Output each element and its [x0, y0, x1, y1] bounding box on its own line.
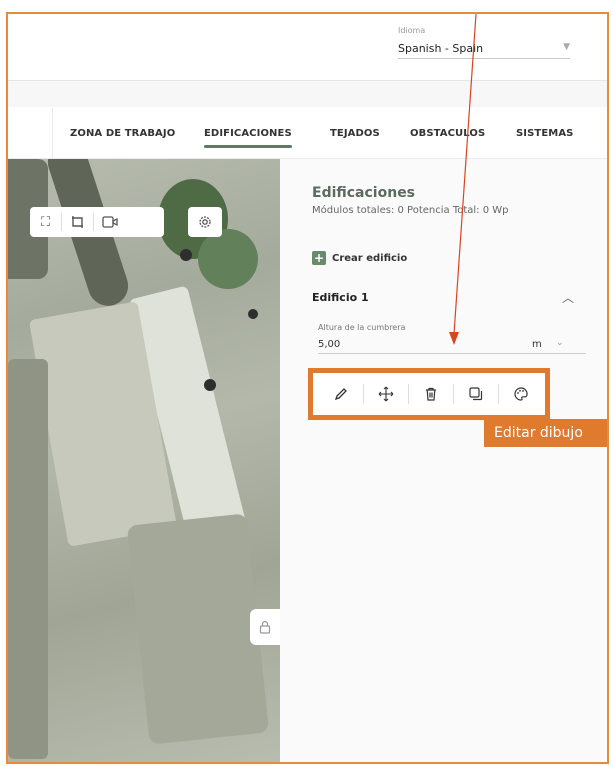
chevron-down-icon: ▼: [563, 42, 570, 52]
building-tools-highlight: [308, 368, 550, 420]
building-name: Edificio 1: [312, 291, 369, 304]
create-building-button[interactable]: + Crear edificio: [312, 251, 407, 265]
map-dot: [180, 249, 192, 261]
pencil-icon[interactable]: [319, 381, 363, 407]
crop-icon[interactable]: [62, 207, 93, 237]
building-tools: [319, 381, 543, 407]
map-dot: [204, 379, 216, 391]
satellite-map[interactable]: ⛶: [8, 159, 280, 762]
map-wall: [8, 359, 48, 759]
ridge-height-value: 5,00: [318, 339, 341, 350]
ridge-height-field[interactable]: 5,00 m ⌄: [318, 337, 586, 354]
chevron-down-icon[interactable]: ⌄: [556, 338, 564, 348]
palette-icon[interactable]: [499, 381, 543, 407]
map-toolbar: ⛶: [30, 207, 164, 237]
duplicate-icon[interactable]: [454, 381, 498, 407]
gear-icon[interactable]: [188, 207, 222, 237]
chevron-up-icon[interactable]: ︿: [562, 289, 574, 306]
tab-obstaculos[interactable]: OBSTACULOS: [410, 128, 485, 139]
map-dot: [248, 309, 258, 319]
trash-icon[interactable]: [409, 381, 453, 407]
main-nav: ZONA DE TRABAJO EDIFICACIONES TEJADOS OB…: [8, 108, 607, 159]
nav-divider: [52, 108, 53, 158]
language-value: Spanish - Spain: [398, 42, 484, 55]
lock-icon[interactable]: [250, 609, 280, 645]
create-building-label: Crear edificio: [332, 252, 408, 264]
plus-icon: +: [312, 251, 326, 265]
top-header: Idioma Spanish - Spain ▼: [8, 14, 607, 81]
map-lot: [126, 513, 270, 745]
edificaciones-panel: Edificaciones Módulos totales: 0 Potenci…: [280, 159, 607, 762]
ridge-height-unit: m: [532, 339, 542, 350]
camera-icon[interactable]: [94, 207, 125, 237]
tab-tejados[interactable]: TEJADOS: [330, 128, 380, 139]
map-tree: [198, 229, 258, 289]
tab-edificaciones[interactable]: EDIFICACIONES: [204, 128, 292, 148]
ridge-height-label: Altura de la cumbrera: [318, 323, 406, 332]
move-icon[interactable]: [364, 381, 408, 407]
fullscreen-icon[interactable]: ⛶: [30, 207, 61, 237]
edit-drawing-tooltip: Editar dibujo: [484, 419, 607, 447]
tab-sistemas[interactable]: SISTEMAS: [516, 128, 573, 139]
language-label: Idioma: [398, 26, 426, 35]
language-select[interactable]: Spanish - Spain ▼: [398, 40, 570, 59]
tab-zona-de-trabajo[interactable]: ZONA DE TRABAJO: [70, 128, 175, 139]
header-spacer: [8, 81, 607, 107]
panel-title: Edificaciones: [312, 185, 416, 201]
panel-summary: Módulos totales: 0 Potencia Total: 0 Wp: [312, 205, 509, 216]
app-frame: Idioma Spanish - Spain ▼ ZONA DE TRABAJO…: [6, 12, 609, 764]
